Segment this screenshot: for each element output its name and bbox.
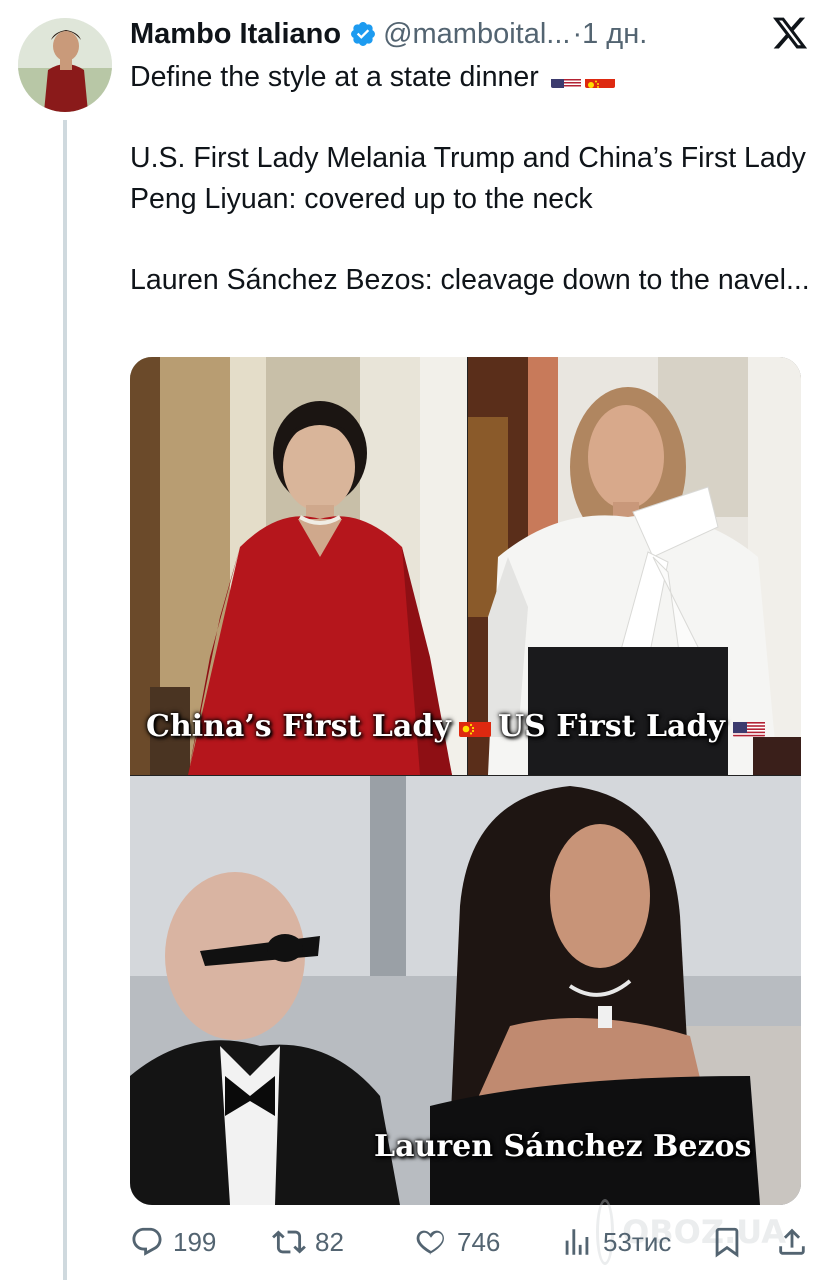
- repost-button[interactable]: 82: [272, 1218, 344, 1266]
- bookmark-icon: [715, 1227, 739, 1258]
- tweet-paragraph-3: Lauren Sánchez Bezos: cleavage down to t…: [130, 264, 810, 296]
- tweet-media[interactable]: China’s First Lady US First Lady Lauren …: [130, 357, 801, 1205]
- china-flag-icon: [458, 716, 491, 737]
- author-name[interactable]: Mambo Italiano: [130, 18, 341, 51]
- share-icon: [779, 1228, 805, 1255]
- timestamp[interactable]: ·1 дн.: [572, 18, 647, 51]
- views-icon: [565, 1229, 589, 1255]
- tweet-paragraph-2: U.S. First Lady Melania Trump and China’…: [130, 142, 806, 215]
- china-flag-icon: [584, 69, 615, 88]
- like-icon: [416, 1230, 444, 1255]
- us-flag-icon: [550, 69, 581, 88]
- avatar-photo-icon: [18, 18, 112, 112]
- avatar[interactable]: [18, 18, 112, 112]
- caption-china-first-lady: China’s First Lady: [146, 709, 491, 744]
- tweet-header: Mambo Italiano @mamboital... ·1 дн.: [130, 14, 647, 54]
- tweet-text: Define the style at a state dinner U.S. …: [130, 57, 810, 341]
- bookmark-button[interactable]: [710, 1218, 744, 1266]
- tweet-actions: 199 82 746 53тис: [130, 1218, 820, 1266]
- tweet-line-1: Define the style at a state dinner: [130, 57, 810, 98]
- repost-icon: [272, 1230, 306, 1254]
- share-button[interactable]: [775, 1218, 809, 1266]
- views-button[interactable]: 53тис: [560, 1218, 671, 1266]
- x-logo-icon: [772, 17, 808, 49]
- us-flag-icon: [732, 716, 765, 737]
- verified-badge-icon: [351, 22, 376, 46]
- thread-line: [63, 120, 67, 1280]
- author-handle[interactable]: @mamboital...: [383, 18, 570, 51]
- reply-icon: [132, 1227, 162, 1256]
- caption-us-first-lady: US First Lady: [498, 709, 765, 744]
- reply-button[interactable]: 199: [130, 1218, 216, 1266]
- caption-lauren-sanchez-bezos: Lauren Sánchez Bezos: [374, 1129, 752, 1164]
- like-button[interactable]: 746: [414, 1218, 500, 1266]
